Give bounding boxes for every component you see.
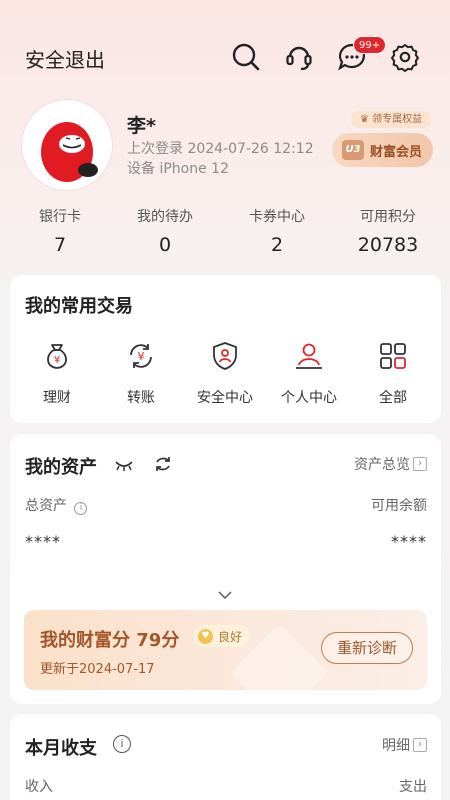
money-bag-icon: ¥ (14, 337, 100, 375)
rediagnose-button[interactable]: 重新诊断 (321, 632, 413, 664)
stat-label: 银行卡 (39, 209, 81, 225)
detail-link-label: 明细 (382, 738, 410, 754)
total-assets-label: 总资产 i (25, 495, 88, 515)
stat-label: 我的待办 (137, 209, 193, 225)
quick-action-label: 理财 (43, 390, 71, 406)
logout-button[interactable]: 安全退出 (25, 44, 105, 73)
quick-action-all[interactable]: 全部 (350, 337, 436, 407)
shield-user-icon (182, 337, 268, 375)
total-assets-text: 总资产 (25, 498, 67, 514)
quick-action-transfer[interactable]: ¥ 转账 (98, 337, 184, 407)
total-assets-value: **** (25, 532, 61, 551)
assets-card: 我的资产 资产总览 › 总资产 i 可用余额 **** **** 我的财富分 7… (10, 434, 441, 704)
frequent-transactions-card: 我的常用交易 ¥ 理财 ¥ 转账 安全中心 个人中心 全部 (10, 275, 441, 423)
message-badge: 99+ (353, 36, 387, 54)
stat-points[interactable]: 可用积分 20783 (333, 206, 443, 256)
grid-icon (350, 337, 436, 375)
customer-service-icon[interactable] (282, 40, 316, 74)
expense-label: 支出 (399, 779, 427, 795)
stat-value: 2 (270, 234, 284, 256)
wealth-score-panel[interactable]: 我的财富分 79分 ♥ 良好 更新于2024-07-17 重新诊断 (24, 610, 427, 690)
quick-action-personal[interactable]: 个人中心 (266, 337, 352, 407)
detail-link[interactable]: 明细 › (382, 735, 427, 755)
card-title: 本月收支 (25, 738, 97, 759)
top-bar: 安全退出 99+ (0, 0, 450, 116)
stat-todo[interactable]: 我的待办 0 (110, 206, 220, 256)
heart-icon: ♥ (198, 628, 213, 644)
crown-icon: ♛ (359, 114, 369, 125)
expand-chevron-down-icon[interactable] (216, 586, 234, 600)
exclusive-perk-tag[interactable]: ♛ 领专属权益 (351, 111, 431, 128)
quick-action-label: 个人中心 (281, 390, 337, 406)
available-balance-value: **** (391, 532, 427, 551)
device-text: 设备 iPhone 12 (127, 161, 229, 177)
settings-icon[interactable] (388, 40, 422, 74)
available-balance-label: 可用余额 (371, 498, 427, 514)
refresh-icon[interactable] (153, 454, 173, 474)
last-login-text: 上次登录 2024-07-26 12:12 (127, 141, 314, 157)
info-icon[interactable]: i (113, 735, 131, 753)
stats-row: 银行卡 7 我的待办 0 卡券中心 2 可用积分 20783 (0, 206, 450, 262)
stat-label: 卡券中心 (249, 209, 305, 225)
stat-value: 0 (158, 234, 172, 256)
wealth-grade-badge: ♥ 良好 (194, 625, 251, 647)
info-icon[interactable]: i (74, 502, 88, 515)
quick-action-label: 安全中心 (197, 390, 253, 406)
member-level-icon: U3 (342, 140, 364, 160)
quick-action-label: 转账 (127, 390, 155, 406)
stat-value: 20783 (357, 234, 419, 256)
person-icon (266, 337, 352, 375)
stat-coupons[interactable]: 卡券中心 2 (222, 206, 332, 256)
wealth-updated-text: 更新于2024-07-17 (40, 662, 155, 677)
member-level-button[interactable]: U3 财富会员 (332, 133, 433, 167)
card-title: 我的常用交易 (25, 296, 133, 317)
stat-bank-cards[interactable]: 银行卡 7 (5, 206, 115, 256)
perk-tag-label: 领专属权益 (372, 114, 423, 125)
svg-text:¥: ¥ (138, 350, 145, 363)
transfer-icon: ¥ (98, 337, 184, 375)
avatar[interactable] (22, 100, 112, 190)
income-label: 收入 (25, 779, 53, 795)
quick-action-security[interactable]: 安全中心 (182, 337, 268, 407)
asset-overview-link[interactable]: 资产总览 › (354, 454, 427, 474)
member-level-label: 财富会员 (370, 144, 423, 160)
monthly-income-expense-card: 本月收支 i 明细 › 收入 支出 (10, 714, 441, 800)
wealth-grade-label: 良好 (218, 629, 243, 644)
chevron-right-icon: › (413, 738, 427, 752)
chevron-right-icon: › (413, 457, 427, 471)
search-icon[interactable] (229, 40, 263, 74)
stat-label: 可用积分 (360, 209, 416, 225)
username: 李* (127, 115, 156, 137)
hide-eye-icon[interactable] (114, 458, 134, 472)
asset-overview-label: 资产总览 (354, 457, 410, 473)
quick-action-label: 全部 (379, 390, 407, 406)
quick-action-wealth[interactable]: ¥ 理财 (14, 337, 100, 407)
stat-value: 7 (53, 234, 67, 256)
wealth-score-text: 我的财富分 79分 (40, 630, 180, 651)
card-title: 我的资产 (25, 457, 97, 478)
svg-text:¥: ¥ (54, 355, 60, 366)
